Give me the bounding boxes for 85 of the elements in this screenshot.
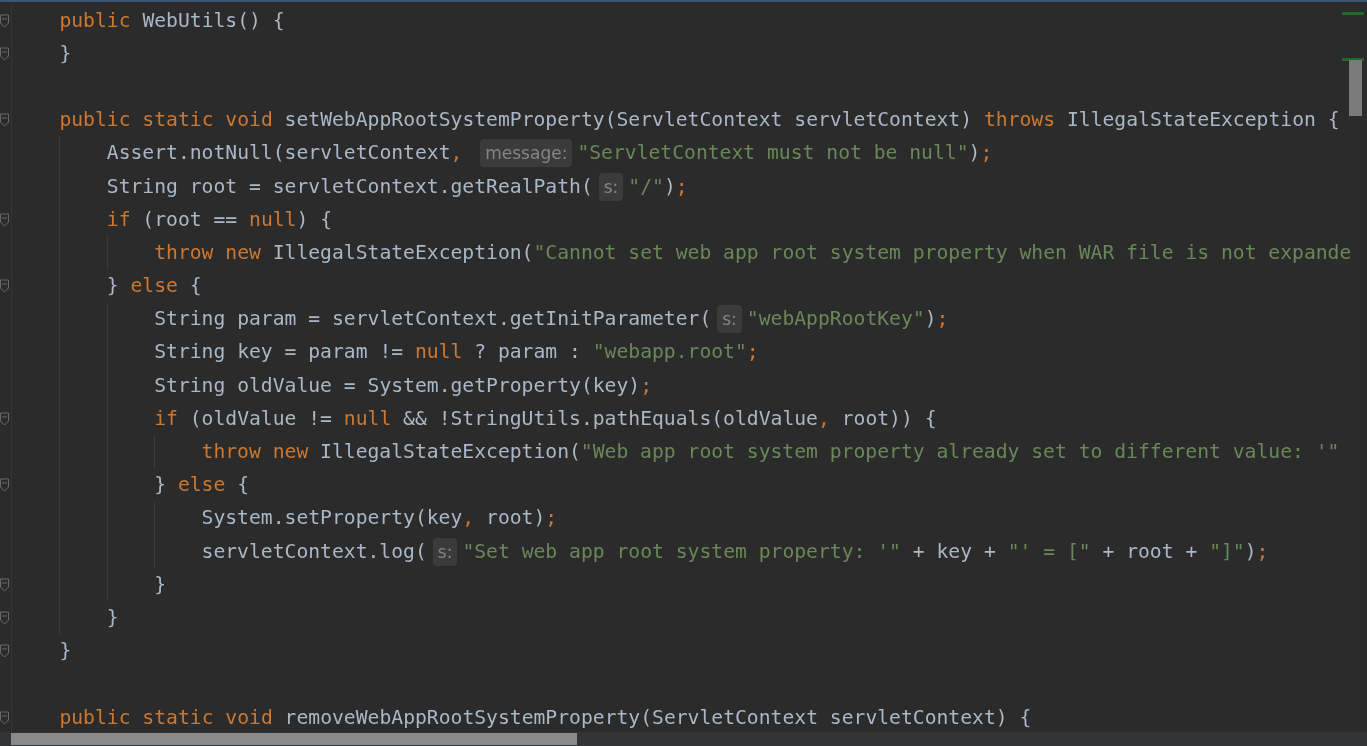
code-text: { [189, 273, 202, 300]
fold-icon[interactable] [0, 411, 9, 426]
code-text: servletContext.log( [201, 538, 427, 565]
code-text: } [154, 472, 168, 499]
code-text: removeWebAppRootSystemProperty(ServletContext servletContext) { [284, 704, 1032, 731]
code-punctuation: ; [980, 140, 993, 167]
code-text: ) [663, 173, 676, 200]
fold-icon[interactable] [0, 478, 9, 493]
code-punctuation: , [450, 140, 464, 167]
code-keyword: else [177, 472, 227, 499]
code-text: ? param : [474, 339, 582, 366]
code-text: ) [968, 140, 981, 167]
fold-icon[interactable] [0, 13, 9, 28]
string-literal: "webapp.root" [592, 339, 747, 366]
code-keyword: null [343, 405, 393, 432]
code-keyword: if [106, 206, 132, 233]
string-literal: "]" [1209, 538, 1245, 565]
code-text: root) [486, 505, 546, 532]
code-text: (root == [142, 206, 239, 233]
code-keyword: else [130, 273, 179, 300]
scrollbar-thumb[interactable] [1349, 60, 1362, 116]
change-marker[interactable] [1342, 12, 1364, 15]
code-punctuation: , [817, 405, 831, 432]
code-keyword: public [59, 7, 132, 34]
code-text: IllegalStateException( [320, 439, 581, 466]
string-literal: "Set web app root system property: '" [462, 538, 901, 565]
string-literal: "webAppRootKey" [746, 306, 925, 333]
code-punctuation: ; [675, 173, 688, 200]
fold-icon[interactable] [0, 46, 9, 61]
code-punctuation: ; [936, 306, 949, 333]
code-text: String key = param != [154, 339, 405, 366]
code-text: } [106, 604, 119, 631]
string-literal: "ServletContext must not be null" [577, 140, 969, 167]
code-text: } [59, 40, 72, 67]
code-text: ) [1244, 538, 1257, 565]
code-text: IllegalStateException { [1066, 107, 1340, 134]
fold-icon[interactable] [0, 113, 9, 128]
code-punctuation: ; [545, 505, 558, 532]
code-keyword: public static void [59, 704, 274, 731]
code-text: IllegalStateException( [272, 239, 534, 266]
parameter-hint: message: [480, 139, 573, 168]
string-literal: "/" [628, 173, 664, 200]
fold-icon[interactable] [0, 577, 9, 592]
code-text: && !StringUtils.pathEquals(oldValue [403, 405, 818, 432]
code-text: root)) { [841, 405, 937, 432]
code-keyword: null [249, 206, 297, 233]
code-text: + root + [1101, 538, 1199, 565]
code-text: + key + [911, 538, 997, 565]
code-text: ) [924, 306, 937, 333]
string-literal: "' = [" [1007, 538, 1091, 565]
code-punctuation: , [462, 505, 476, 532]
parameter-hint: s: [598, 172, 624, 201]
code-text: String oldValue = System.getProperty(key) [154, 372, 641, 399]
fold-icon[interactable] [0, 279, 9, 294]
fold-icon[interactable] [0, 610, 9, 625]
code-text: ) { [296, 206, 332, 233]
code-keyword: public static void [59, 107, 274, 134]
code-text: setWebAppRootSystemProperty(ServletContext servletContext) [284, 107, 974, 134]
fold-icon[interactable] [0, 710, 9, 725]
code-text: } [106, 273, 120, 300]
code-keyword: if [154, 405, 179, 432]
code-keyword: throw new [154, 239, 262, 266]
string-literal: "Web app root system property already set to different value: '" [580, 439, 1340, 466]
code-keyword: throw new [201, 439, 310, 466]
code-text: WebUtils() { [142, 7, 285, 34]
code-text: System.setProperty(key [201, 505, 463, 532]
code-text: { [237, 472, 249, 499]
code-text: String param = servletContext.getInitParameter( [154, 306, 712, 333]
string-literal: "Cannot set web app root system property when WAR file is not expande [533, 239, 1352, 266]
parameter-hint: s: [717, 305, 742, 334]
code-keyword: throws [983, 107, 1057, 134]
horizontal-scrollbar-thumb[interactable] [11, 733, 577, 745]
code-text: Assert.notNull(servletContext [106, 140, 451, 167]
code-punctuation: ; [746, 339, 759, 366]
code-editor[interactable] [0, 0, 1367, 732]
code-text: (oldValue != [189, 405, 333, 432]
code-text: String root = servletContext.getRealPath( [106, 173, 593, 200]
code-punctuation: ; [640, 372, 652, 399]
code-punctuation: ; [1256, 538, 1269, 565]
code-keyword: null [414, 339, 464, 366]
fold-icon[interactable] [0, 644, 9, 659]
parameter-hint: s: [432, 537, 458, 566]
fold-icon[interactable] [0, 212, 9, 227]
code-text: } [59, 638, 72, 665]
code-text: } [154, 571, 167, 598]
